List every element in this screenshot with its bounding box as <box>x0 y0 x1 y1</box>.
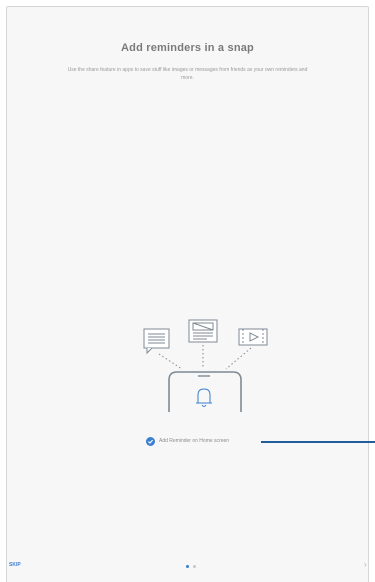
image-document-icon <box>188 319 218 343</box>
connector-lines <box>158 345 252 370</box>
reminder-illustration <box>127 314 277 419</box>
checkbox-label: Add Reminder on Home screen <box>159 438 230 444</box>
bell-icon <box>196 388 212 407</box>
reminder-illustration-svg <box>143 319 268 412</box>
page-dot-2 <box>193 565 196 568</box>
home-screen-reminder-option[interactable]: Add Reminder on Home screen <box>146 434 229 448</box>
message-icon <box>143 328 170 355</box>
video-icon <box>238 328 268 346</box>
chevron-right-icon[interactable]: › <box>364 560 367 569</box>
checkbox-checked-icon[interactable] <box>146 436 155 446</box>
page-dot-1 <box>186 565 189 568</box>
page-title: Add reminders in a snap <box>121 42 254 54</box>
page-indicator <box>186 565 196 568</box>
onboarding-screen: Add reminders in a snap Use the share fe… <box>6 6 375 582</box>
callout-line <box>261 441 375 443</box>
skip-button[interactable]: SKIP <box>9 562 21 568</box>
page-description: Use the share feature in apps to save st… <box>67 67 308 81</box>
